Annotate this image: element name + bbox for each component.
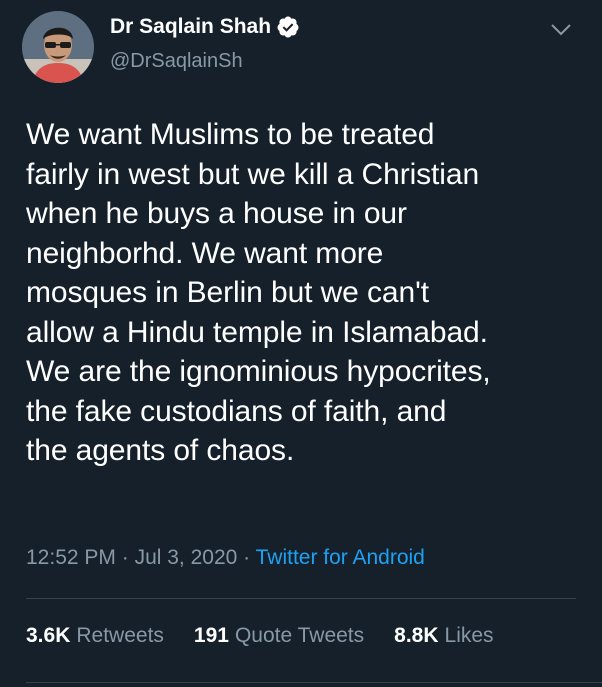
- likes-count: 8.8K: [394, 624, 439, 647]
- meta-separator: ·: [243, 546, 256, 569]
- author-block: Dr Saqlain Shah @DrSaqlainSh: [110, 12, 300, 76]
- quote-tweets-stat[interactable]: 191 Quote Tweets: [194, 621, 364, 651]
- divider: [26, 598, 576, 599]
- tweet-time[interactable]: 12:52 PM: [26, 546, 116, 569]
- quote-tweets-label: Quote Tweets: [234, 624, 365, 647]
- likes-stat[interactable]: 8.8K Likes: [394, 621, 493, 651]
- verified-badge-icon: [277, 16, 299, 38]
- retweets-stat[interactable]: 3.6K Retweets: [26, 621, 164, 651]
- retweets-count: 3.6K: [26, 624, 71, 647]
- tweet-text: We want Muslims to be treated fairly in …: [26, 118, 491, 467]
- avatar[interactable]: [22, 11, 94, 83]
- name-row: Dr Saqlain Shah: [110, 12, 300, 42]
- engagement-stats: 3.6K Retweets 191 Quote Tweets 8.8K Like…: [26, 621, 524, 651]
- tweet-date[interactable]: Jul 3, 2020: [135, 546, 238, 569]
- tweet-card: Dr Saqlain Shah @DrSaqlainSh We want Mus…: [0, 0, 602, 687]
- quote-tweets-count: 191: [193, 624, 229, 647]
- profile-photo-icon: [22, 11, 94, 83]
- meta-separator: ·: [121, 546, 135, 569]
- tweet-source-link[interactable]: Twitter for Android: [256, 546, 425, 569]
- likes-label: Likes: [444, 624, 494, 647]
- divider: [26, 682, 602, 683]
- user-handle[interactable]: @DrSaqlainSh: [110, 46, 300, 76]
- retweets-label: Retweets: [76, 624, 164, 647]
- display-name[interactable]: Dr Saqlain Shah: [110, 12, 271, 42]
- tweet-meta: 12:52 PM · Jul 3, 2020 · Twitter for And…: [26, 543, 425, 573]
- chevron-down-icon[interactable]: [550, 22, 572, 38]
